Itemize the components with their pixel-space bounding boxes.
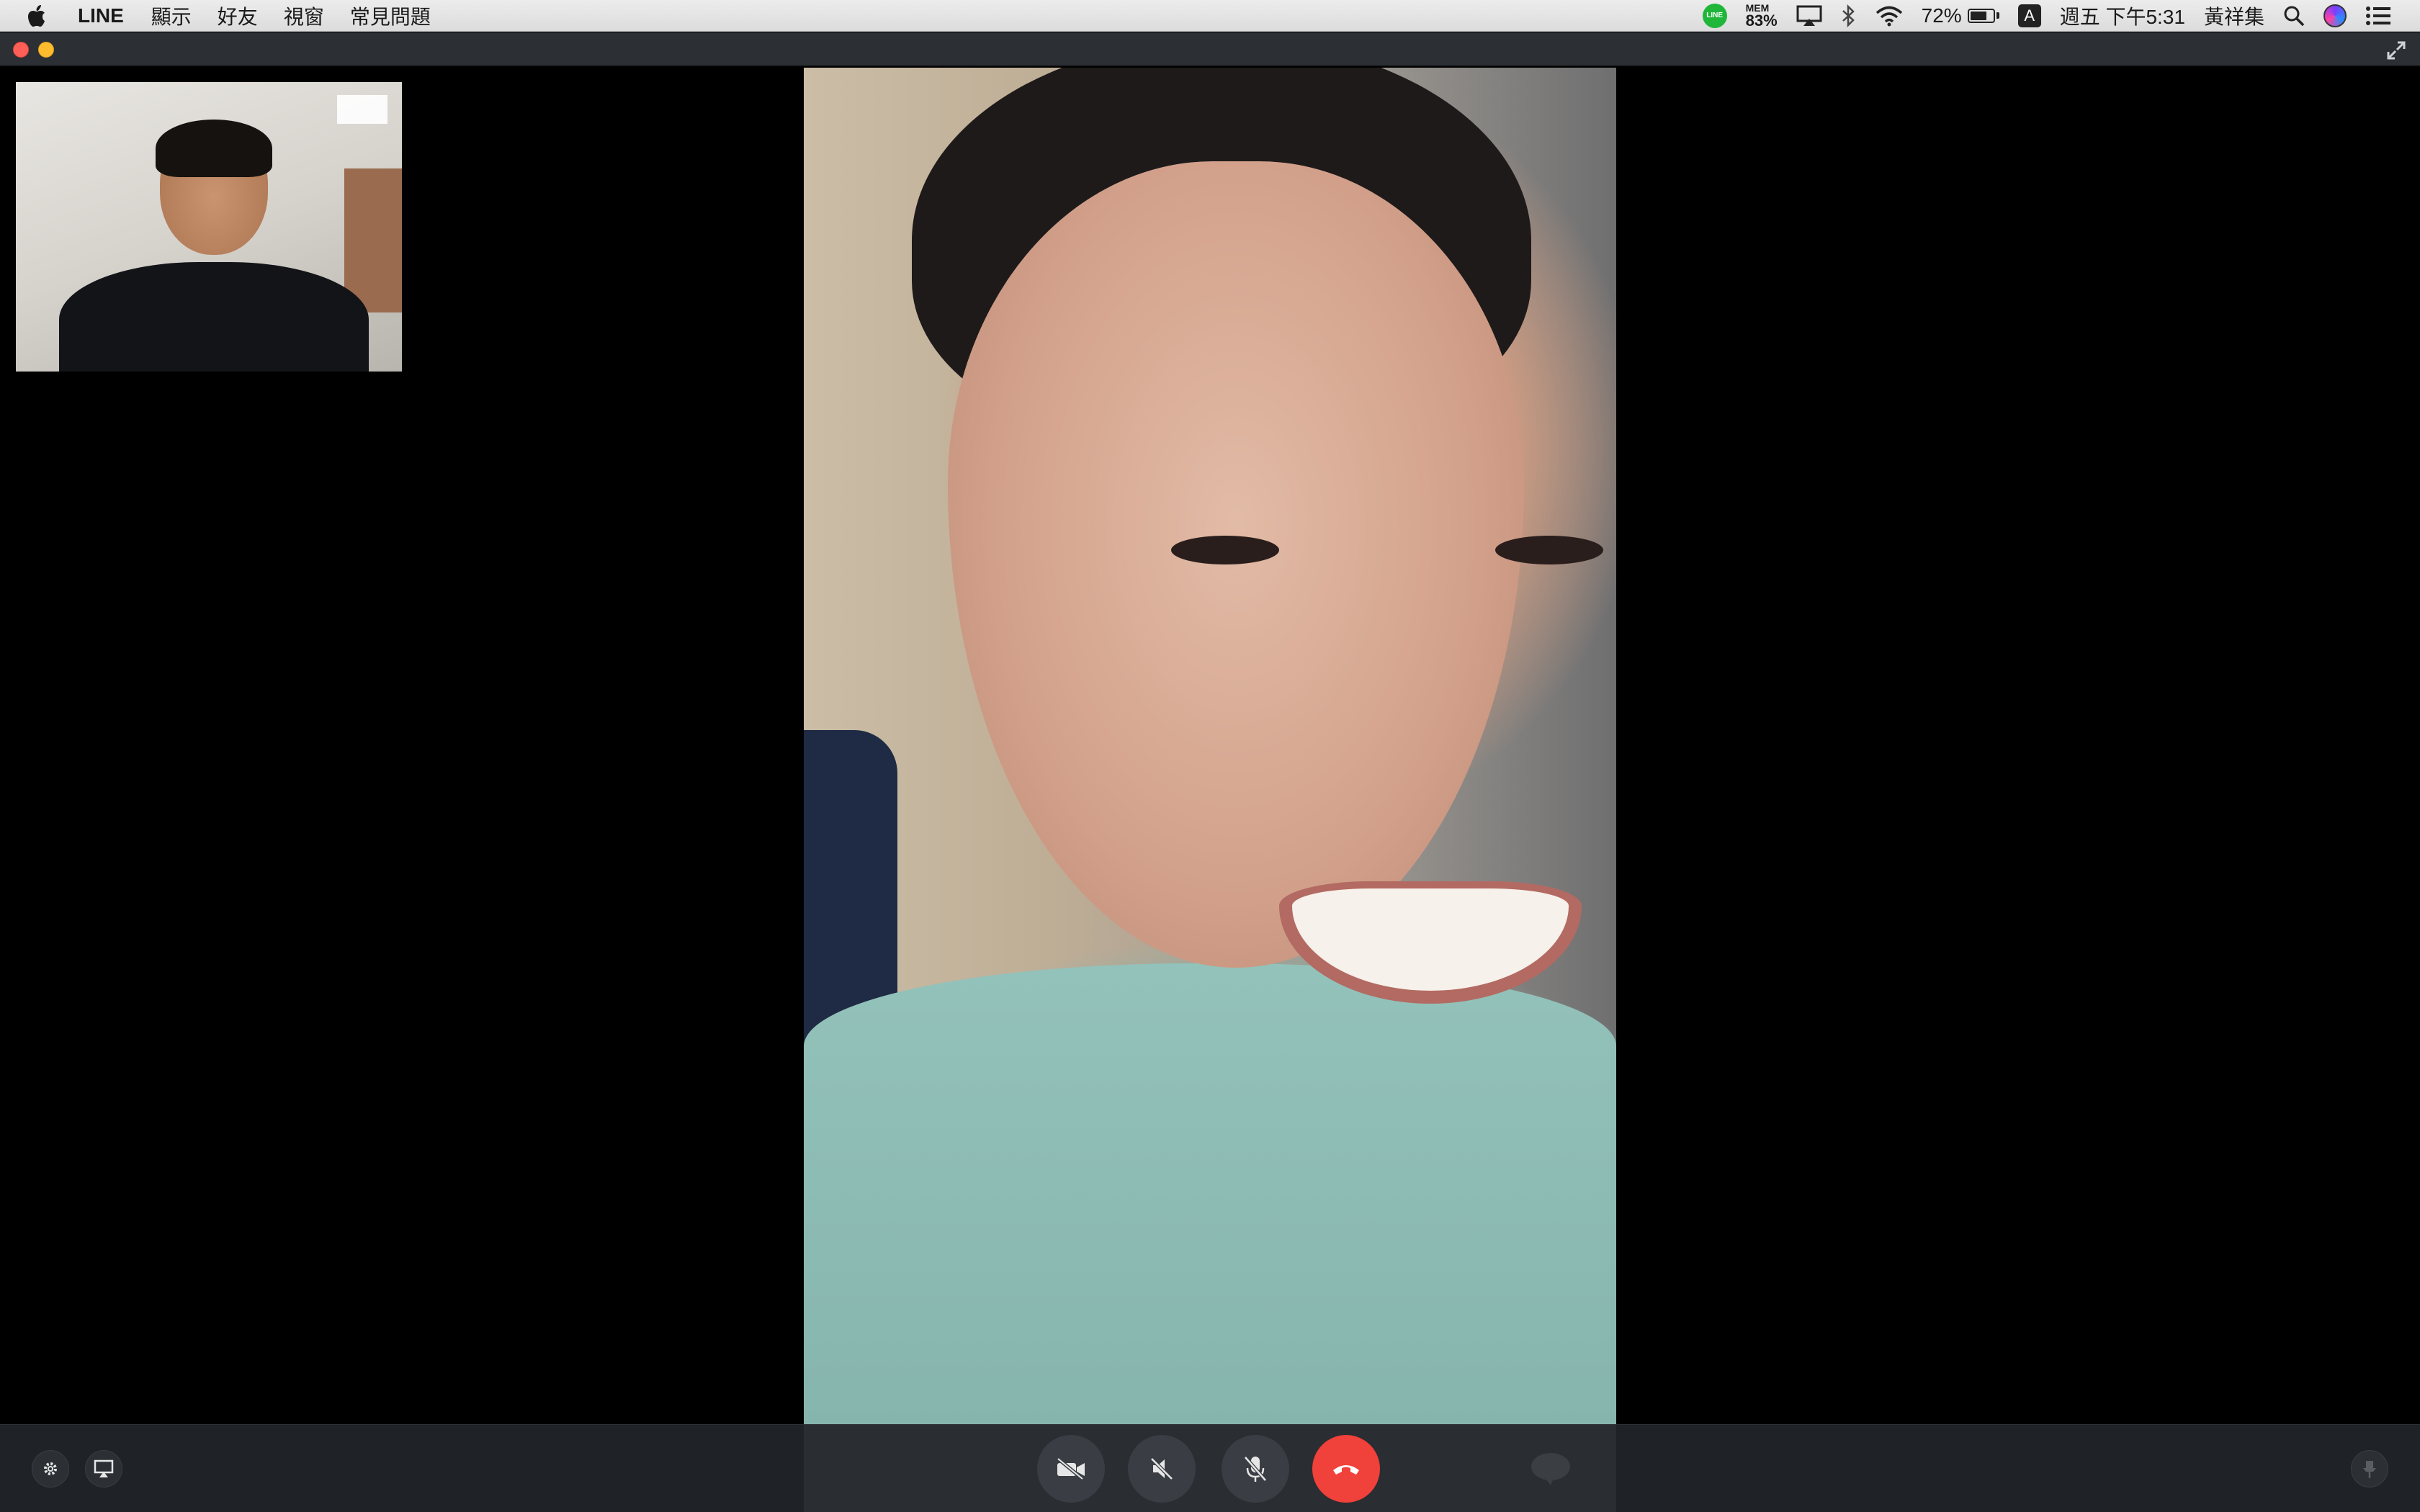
battery-percent: 72%: [1921, 4, 1962, 27]
wifi-icon[interactable]: [1876, 5, 1903, 27]
line-icon[interactable]: LINE: [1702, 3, 1727, 28]
menu-view[interactable]: 顯示: [151, 1, 192, 30]
apple-icon[interactable]: [27, 4, 49, 28]
remote-video-feed: [804, 68, 1616, 1424]
speaker-mute-icon: [1150, 1457, 1173, 1480]
spotlight-search-icon[interactable]: [2283, 5, 2305, 27]
memory-indicator[interactable]: MEM 83%: [1746, 3, 1778, 29]
remote-video-left-eye: [1171, 536, 1279, 564]
pin-window-button[interactable]: [2351, 1450, 2388, 1488]
self-preview-ceiling-light: [337, 95, 387, 124]
remote-video-right-eye: [1495, 536, 1603, 564]
close-window-button[interactable]: [13, 42, 29, 58]
menu-friends[interactable]: 好友: [218, 1, 258, 30]
siri-icon[interactable]: [2323, 4, 2347, 27]
call-controls-center: [804, 1425, 1616, 1512]
self-preview-brick-wall: [344, 168, 402, 312]
menu-bar-left: LINE 顯示 好友 視窗 常見問題: [0, 0, 457, 31]
speaker-mute-button[interactable]: [1128, 1435, 1196, 1503]
input-source-icon[interactable]: A: [2017, 4, 2041, 27]
self-preview-body: [59, 262, 369, 372]
remote-video-face: [948, 161, 1603, 1004]
camera-off-button[interactable]: [1037, 1435, 1105, 1503]
screen-share-button[interactable]: [85, 1450, 122, 1488]
chat-bubble-icon: [1531, 1453, 1570, 1485]
clock[interactable]: 週五 下午5:31: [2060, 1, 2185, 30]
remote-video-shirt: [804, 963, 1616, 1424]
self-video-preview[interactable]: [16, 82, 402, 372]
battery-indicator[interactable]: 72%: [1922, 4, 1999, 27]
window-titlebar: [0, 32, 2420, 66]
menu-bar: LINE 顯示 好友 視窗 常見問題 LINE MEM 83% 72% A 週五…: [0, 0, 2420, 32]
call-control-bar: [0, 1424, 2420, 1512]
menu-bar-status: LINE MEM 83% 72% A 週五 下午5:31 黃祥集: [1702, 0, 2420, 31]
menu-app-name[interactable]: LINE: [78, 4, 124, 27]
gear-icon: [44, 1462, 57, 1475]
memory-value: 83%: [1745, 11, 1778, 30]
airplay-icon[interactable]: [1796, 4, 1822, 27]
end-call-button[interactable]: [1312, 1435, 1380, 1503]
bluetooth-icon[interactable]: [1841, 4, 1857, 27]
menu-faq[interactable]: 常見問題: [350, 1, 431, 30]
menu-window[interactable]: 視窗: [284, 1, 324, 30]
microphone-mute-icon: [1244, 1456, 1267, 1482]
minimize-window-button[interactable]: [38, 42, 54, 58]
hang-up-icon: [1333, 1465, 1359, 1475]
screen-share-icon: [94, 1459, 114, 1477]
camera-off-icon: [1057, 1457, 1085, 1480]
battery-icon: [1967, 8, 1995, 23]
battery-tip: [1996, 12, 1999, 19]
video-call-area: [0, 68, 2420, 1424]
battery-level-fill: [1970, 11, 1986, 20]
notification-center-icon[interactable]: [2365, 6, 2391, 26]
settings-button[interactable]: [32, 1450, 69, 1488]
pin-icon: [2363, 1461, 2376, 1478]
chat-button[interactable]: [1517, 1435, 1585, 1503]
microphone-mute-button[interactable]: [1222, 1435, 1289, 1503]
self-preview-hair: [156, 120, 272, 177]
user-name[interactable]: 黃祥集: [2204, 1, 2264, 30]
fullscreen-icon[interactable]: [2385, 40, 2407, 61]
